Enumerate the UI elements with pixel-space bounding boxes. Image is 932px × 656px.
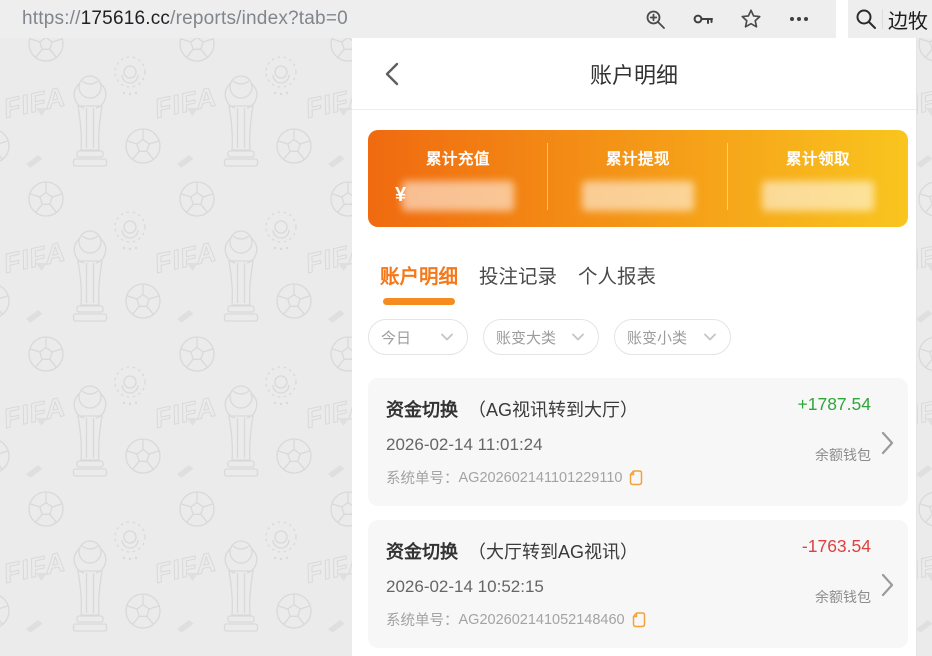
transaction-amount-col: +1787.54 余额钱包	[759, 382, 871, 476]
transaction-amount: +1787.54	[798, 394, 871, 415]
toolbar-icons	[644, 8, 836, 30]
ellipsis-icon[interactable]	[788, 8, 810, 30]
transaction-datetime: 2026-02-14 10:52:15	[386, 577, 759, 597]
transaction-type: 资金切换	[386, 400, 458, 420]
transaction-type: 资金切换	[386, 542, 458, 562]
tab-bet-records[interactable]: 投注记录	[479, 260, 557, 305]
transaction-list: 资金切换 （AG视讯转到大厅） 2026-02-14 11:01:24 系统单号：…	[368, 378, 908, 648]
order-label: 系统单号：	[386, 609, 459, 630]
search-query-text[interactable]: 边牧	[888, 5, 928, 34]
filter-label: 账变小类	[627, 327, 687, 348]
browser-toolbar: https://175616.cc/reports/index?tab=0	[0, 0, 932, 38]
transaction-row[interactable]: 资金切换 （大厅转到AG视讯） 2026-02-14 10:52:15 系统单号：…	[368, 520, 908, 648]
summary-col-deposit: 累计充值 ¥	[368, 130, 548, 227]
url-scheme: https://	[22, 8, 81, 29]
transaction-detail: （AG视讯转到大厅）	[468, 400, 638, 420]
tab-personal-report[interactable]: 个人报表	[578, 260, 656, 305]
url-domain: 175616.cc	[81, 8, 170, 29]
summary-label: 累计充值	[426, 147, 490, 169]
currency-prefix: ¥	[395, 184, 406, 207]
masked-value	[573, 181, 703, 211]
transaction-amount-col: -1763.54 余额钱包	[759, 524, 871, 618]
transaction-title: 资金切换 （AG视讯转到大厅）	[386, 396, 759, 422]
tab-account-detail[interactable]: 账户明细	[380, 260, 458, 305]
transaction-row[interactable]: 资金切换 （AG视讯转到大厅） 2026-02-14 11:01:24 系统单号：…	[368, 378, 908, 506]
order-number: AG202602141052148460	[459, 612, 625, 628]
blurred-amount	[582, 181, 694, 211]
url-text[interactable]: https://175616.cc/reports/index?tab=0	[22, 8, 348, 30]
summary-card: 累计充值 ¥ 累计提现 累计领取	[368, 130, 908, 227]
order-number: AG202602141101229110	[459, 470, 623, 486]
blurred-amount	[762, 181, 874, 211]
filter-date-dropdown[interactable]: 今日	[368, 319, 468, 355]
summary-label: 累计提现	[606, 147, 670, 169]
transaction-amount: -1763.54	[802, 536, 871, 557]
chevron-down-icon	[704, 333, 716, 341]
page-content: 累计充值 ¥ 累计提现 累计领取 账户明细 投注记录	[352, 130, 916, 648]
chevron-down-icon	[572, 333, 584, 341]
filter-minor-type-dropdown[interactable]: 账变小类	[614, 319, 731, 355]
url-path: /reports/index?tab=0	[170, 8, 348, 29]
chevron-right-icon	[881, 396, 894, 490]
wallet-label: 余额钱包	[815, 445, 871, 465]
page-header: 账户明细	[352, 38, 916, 110]
transaction-order: 系统单号：AG202602141052148460	[386, 609, 759, 630]
transaction-title: 资金切换 （大厅转到AG视讯）	[386, 538, 759, 564]
back-button[interactable]	[376, 58, 408, 90]
toolbar-gap	[836, 0, 848, 38]
chevron-left-icon	[385, 62, 399, 86]
transaction-datetime: 2026-02-14 11:01:24	[386, 435, 759, 455]
filter-bar: 今日 账变大类 账变小类	[368, 319, 908, 355]
filter-major-type-dropdown[interactable]: 账变大类	[483, 319, 599, 355]
transaction-info: 资金切换 （AG视讯转到大厅） 2026-02-14 11:01:24 系统单号：…	[386, 396, 759, 490]
wallet-label: 余额钱包	[815, 587, 871, 607]
chevron-down-icon	[441, 333, 453, 341]
masked-value: ¥	[393, 181, 523, 211]
blurred-amount	[402, 181, 514, 211]
summary-col-claim: 累计领取	[728, 130, 908, 227]
transaction-info: 资金切换 （大厅转到AG视讯） 2026-02-14 10:52:15 系统单号：…	[386, 538, 759, 632]
zoom-in-icon[interactable]	[644, 8, 666, 30]
search-icon	[855, 8, 877, 30]
copy-icon[interactable]	[632, 612, 646, 628]
transaction-order: 系统单号：AG202602141101229110	[386, 467, 759, 488]
filter-label: 账变大类	[496, 327, 556, 348]
search-divider	[882, 9, 883, 29]
transaction-detail: （大厅转到AG视讯）	[468, 542, 638, 562]
address-bar[interactable]: https://175616.cc/reports/index?tab=0	[0, 0, 836, 38]
key-icon[interactable]	[692, 8, 714, 30]
masked-value	[753, 181, 883, 211]
summary-col-withdraw: 累计提现	[548, 130, 728, 227]
tab-bar: 账户明细 投注记录 个人报表	[368, 260, 908, 305]
filter-label: 今日	[381, 327, 411, 348]
app-panel: 账户明细 累计充值 ¥ 累计提现 累计领取	[352, 38, 917, 656]
summary-label: 累计领取	[786, 147, 850, 169]
order-label: 系统单号：	[386, 467, 459, 488]
copy-icon[interactable]	[629, 470, 643, 486]
page-title: 账户明细	[590, 58, 678, 90]
star-icon[interactable]	[740, 8, 762, 30]
search-box[interactable]: 边牧	[848, 0, 932, 38]
chevron-right-icon	[881, 538, 894, 632]
